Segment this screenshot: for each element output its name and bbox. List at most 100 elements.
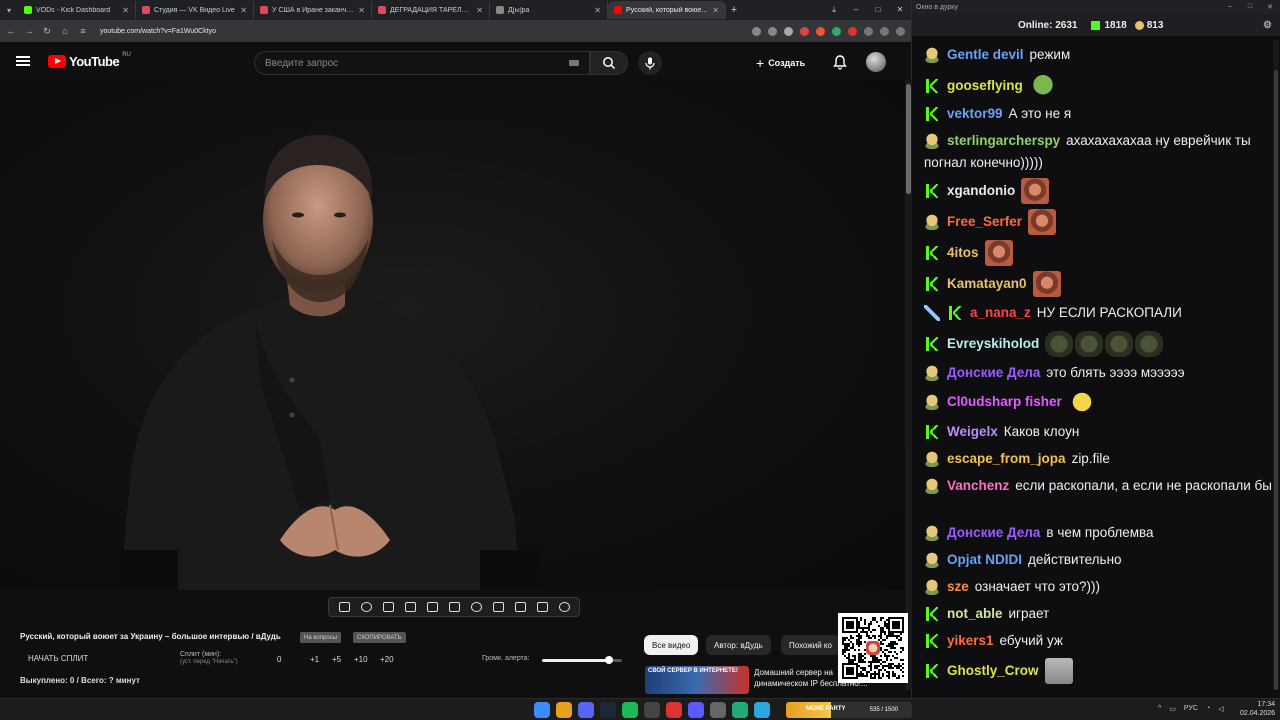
voice-search-button[interactable] — [638, 51, 662, 75]
chat-username[interactable]: Free_Serfer — [947, 214, 1022, 229]
app-icon[interactable] — [644, 702, 660, 718]
site-info-icon[interactable]: ≡ — [78, 26, 88, 36]
search-button[interactable] — [590, 51, 628, 75]
alert-volume-slider[interactable] — [542, 656, 622, 664]
frame-icon[interactable] — [426, 602, 438, 612]
chat-scrollbar[interactable] — [1273, 40, 1279, 690]
home-icon[interactable]: ⌂ — [60, 26, 70, 36]
wifi-icon[interactable]: ◔ — [1206, 705, 1210, 713]
extension-icon[interactable] — [800, 26, 809, 36]
browser-tab[interactable]: Студия — VK Видео Live ✕ — [136, 1, 254, 19]
chat-username[interactable]: sze — [947, 579, 969, 594]
new-tab-button[interactable]: + — [726, 4, 742, 16]
language-indicator[interactable]: РУС — [1184, 705, 1198, 713]
app-icon[interactable] — [666, 702, 682, 718]
filter-chip[interactable]: Похожий ко — [781, 635, 840, 655]
chat-username[interactable]: escape_from_jopa — [947, 451, 1066, 466]
chat-username[interactable]: Opjat NDIDI — [947, 552, 1022, 567]
steam-icon[interactable] — [600, 702, 616, 718]
chat-username[interactable]: not_able — [947, 606, 1003, 621]
chat-username[interactable]: Evreyskiholod — [947, 336, 1039, 351]
menu-dots-icon[interactable] — [896, 26, 905, 36]
filter-chip[interactable]: Автор: вДудь — [706, 635, 771, 655]
app-icon[interactable] — [732, 702, 748, 718]
create-button[interactable]: + Создать — [756, 53, 805, 73]
filmstrip-icon[interactable] — [448, 602, 460, 612]
broadcast-icon[interactable] — [360, 602, 372, 612]
chat-username[interactable]: xgandonio — [947, 183, 1015, 198]
tab-close-icon[interactable]: ✕ — [122, 6, 129, 15]
chevron-up-icon[interactable]: ^ — [1158, 705, 1161, 713]
browser-tab[interactable]: У США в Иране заканчиваются ✕ — [254, 1, 372, 19]
chat-username[interactable]: yikers1 — [947, 633, 994, 648]
chat-username[interactable]: sterlingarchersру — [947, 133, 1060, 148]
close-button[interactable]: ✕ — [889, 5, 911, 15]
split-value-button[interactable]: 0 — [277, 655, 281, 664]
maximize-button[interactable]: □ — [867, 5, 889, 15]
gear-icon[interactable]: ⚙ — [1263, 20, 1272, 31]
network-icon[interactable]: ▭ — [1169, 705, 1176, 713]
tab-close-icon[interactable]: ✕ — [476, 6, 483, 15]
zoom-icon[interactable] — [768, 26, 777, 36]
copy-button[interactable]: СКОПИРОВАТЬ — [353, 632, 406, 643]
youtube-logo[interactable]: YouTube RU — [48, 52, 131, 69]
pip-icon[interactable] — [382, 602, 394, 612]
tab-close-icon[interactable]: ✕ — [240, 6, 247, 15]
split-value-button[interactable]: +1 — [310, 655, 319, 664]
film-icon[interactable] — [404, 602, 416, 612]
tab-close-icon[interactable]: ✕ — [358, 6, 365, 15]
app-icon[interactable] — [710, 702, 726, 718]
filter-chip[interactable]: Все видео — [644, 635, 699, 655]
close-button[interactable]: ✕ — [1260, 3, 1280, 11]
tab-close-icon[interactable]: ✕ — [594, 6, 601, 15]
chat-scroll-thumb[interactable] — [1274, 70, 1278, 690]
chrome-icon[interactable] — [556, 702, 572, 718]
start-icon[interactable] — [534, 702, 550, 718]
volume-thumb[interactable] — [605, 656, 614, 664]
menu-icon[interactable] — [16, 56, 30, 66]
discord-icon[interactable] — [578, 702, 594, 718]
downloads-icon[interactable]: ⤓ — [823, 5, 845, 15]
profile-icon[interactable] — [880, 26, 889, 36]
camera-icon[interactable] — [514, 602, 526, 612]
split-value-button[interactable]: +20 — [380, 655, 394, 664]
extension-icon[interactable] — [848, 26, 857, 36]
forward-icon[interactable]: → — [24, 26, 34, 36]
split-value-button[interactable]: +5 — [332, 655, 341, 664]
chat-username[interactable]: a_nana_z — [970, 305, 1031, 320]
recommended-thumbnail[interactable]: СВОЙ СЕРВЕР В ИНТЕРНЕТЕ! — [645, 666, 749, 694]
url-field[interactable]: youtube.com/watch?v=Fa1Wu0Cktyo — [96, 23, 744, 39]
loop-icon[interactable] — [338, 602, 350, 612]
maximize-button[interactable]: □ — [1240, 3, 1260, 11]
speed-icon[interactable] — [470, 602, 482, 612]
speaker-icon[interactable]: ◁ — [1218, 705, 1223, 713]
chat-username[interactable]: 4itos — [947, 245, 979, 260]
avatar[interactable] — [866, 52, 886, 72]
chat-username[interactable]: gooseflying — [947, 78, 1023, 93]
chat-username[interactable]: Kamatayan0 — [947, 276, 1027, 291]
chat-username[interactable]: Gentle devil — [947, 47, 1024, 62]
puzzle-icon[interactable] — [864, 26, 873, 36]
flask-icon[interactable] — [536, 602, 548, 612]
telegram-icon[interactable] — [754, 702, 770, 718]
browser-tab[interactable]: VODs - Kick Dashboard ✕ — [18, 1, 136, 19]
minimize-button[interactable]: – — [845, 5, 867, 15]
minimize-button[interactable]: – — [1220, 3, 1240, 11]
tab-search-icon[interactable]: ▾ — [0, 2, 18, 18]
bookmark-star-icon[interactable] — [784, 26, 793, 36]
browser-tab[interactable]: Д[ы]ра ✕ — [490, 1, 608, 19]
chat-username[interactable]: Ghostly_Crow — [947, 663, 1039, 678]
extension-icon[interactable] — [816, 26, 825, 36]
tab-close-icon[interactable]: ✕ — [712, 6, 719, 15]
start-split-button[interactable]: НАЧАТЬ СПЛИТ — [28, 654, 88, 663]
questions-chip[interactable]: На вопросы — [300, 632, 342, 643]
cast-icon[interactable] — [752, 26, 761, 36]
reload-icon[interactable]: ↻ — [42, 26, 52, 37]
add-icon[interactable] — [492, 602, 504, 612]
chat-username[interactable]: Донские Дела — [947, 525, 1040, 540]
app-icon[interactable] — [688, 702, 704, 718]
scroll-thumb[interactable] — [906, 84, 911, 194]
chat-username[interactable]: Weigelx — [947, 424, 998, 439]
spotify-icon[interactable] — [622, 702, 638, 718]
chat-username[interactable]: vektor99 — [947, 106, 1003, 121]
